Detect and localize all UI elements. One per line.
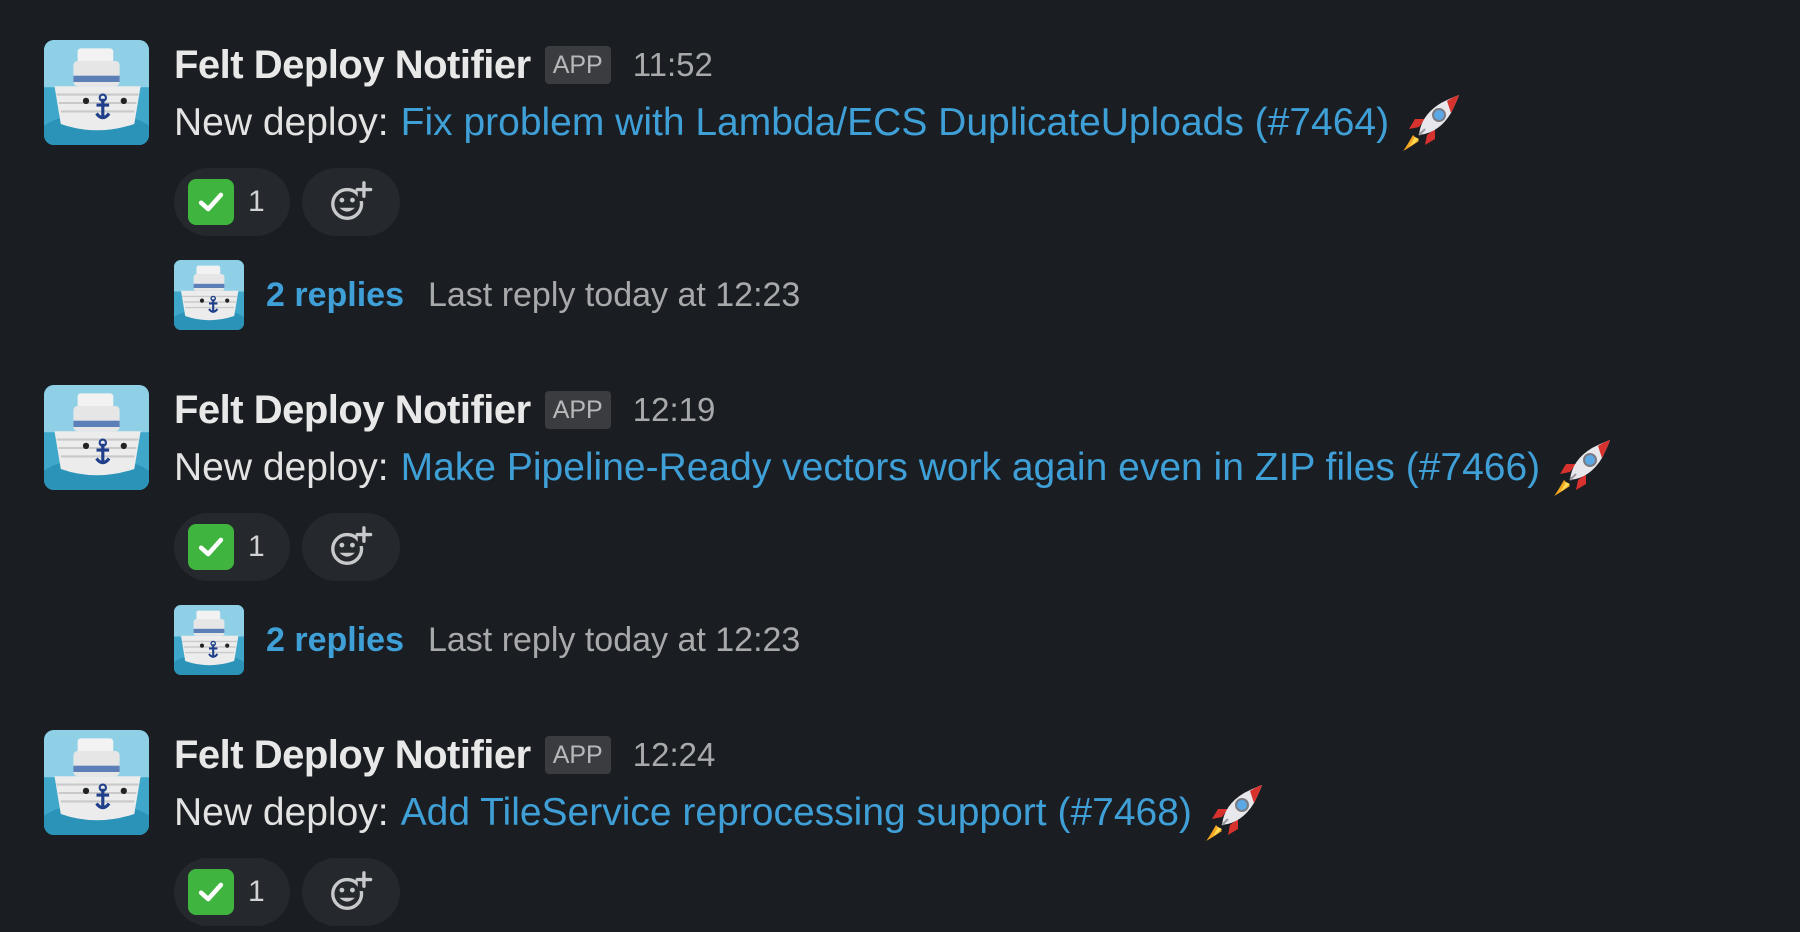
message-header: Felt Deploy Notifier APP 12:24 xyxy=(174,730,1800,780)
add-reaction-button[interactable] xyxy=(302,168,400,236)
message-content: Felt Deploy Notifier APP 11:52 New deplo… xyxy=(174,40,1800,330)
rocket-emoji-icon xyxy=(1202,781,1266,845)
message-body: New deploy: Fix problem with Lambda/ECS … xyxy=(174,98,1800,148)
reply-count-link[interactable]: 2 replies xyxy=(266,621,404,660)
message-feed: Felt Deploy Notifier APP 11:52 New deplo… xyxy=(0,0,1800,932)
reactions: 1 xyxy=(174,858,1800,926)
app-badge: APP xyxy=(544,736,611,774)
boat-avatar-icon[interactable] xyxy=(44,730,149,835)
boat-avatar-icon xyxy=(174,260,244,330)
app-badge: APP xyxy=(544,46,611,84)
message-content: Felt Deploy Notifier APP 12:24 New deplo… xyxy=(174,730,1800,926)
last-reply-time: Last reply today at 12:23 xyxy=(427,275,801,314)
last-reply-time: Last reply today at 12:23 xyxy=(427,620,801,659)
message-timestamp[interactable]: 12:19 xyxy=(633,391,716,429)
check-reaction-button[interactable]: 1 xyxy=(174,513,290,581)
check-reaction-button[interactable]: 1 xyxy=(174,858,290,926)
message-body: New deploy: Add TileService reprocessing… xyxy=(174,788,1800,838)
sender-name[interactable]: Felt Deploy Notifier xyxy=(174,388,531,433)
message-header: Felt Deploy Notifier APP 12:19 xyxy=(174,385,1800,435)
deploy-link[interactable]: Make Pipeline-Ready vectors work again e… xyxy=(401,446,1541,490)
white-check-mark-icon xyxy=(188,179,234,225)
add-reaction-icon xyxy=(328,179,374,225)
reaction-count: 1 xyxy=(248,530,265,563)
boat-avatar-icon[interactable] xyxy=(44,40,149,145)
add-reaction-icon xyxy=(328,524,374,570)
deploy-link[interactable]: Fix problem with Lambda/ECS DuplicateUpl… xyxy=(401,101,1389,145)
reaction-count: 1 xyxy=(248,185,265,218)
reactions: 1 xyxy=(174,513,1800,581)
boat-avatar-icon xyxy=(174,605,244,675)
thread-summary[interactable]: 2 replies Last reply today at 12:23 xyxy=(174,260,1800,330)
rocket-emoji-icon xyxy=(1550,436,1614,500)
message-prefix: New deploy: xyxy=(174,101,389,144)
message-header: Felt Deploy Notifier APP 11:52 xyxy=(174,40,1800,90)
message-prefix: New deploy: xyxy=(174,446,389,489)
add-reaction-button[interactable] xyxy=(302,513,400,581)
message-content: Felt Deploy Notifier APP 12:19 New deplo… xyxy=(174,385,1800,675)
sender-name[interactable]: Felt Deploy Notifier xyxy=(174,733,531,778)
message-timestamp[interactable]: 12:24 xyxy=(633,736,716,774)
deploy-link[interactable]: Add TileService reprocessing support (#7… xyxy=(401,791,1192,835)
white-check-mark-icon xyxy=(188,524,234,570)
app-badge: APP xyxy=(544,391,611,429)
message-timestamp[interactable]: 11:52 xyxy=(633,46,713,84)
message-prefix: New deploy: xyxy=(174,791,389,834)
rocket-emoji-icon xyxy=(1399,91,1463,155)
reaction-count: 1 xyxy=(248,875,265,908)
reactions: 1 xyxy=(174,168,1800,236)
add-reaction-icon xyxy=(328,869,374,915)
white-check-mark-icon xyxy=(188,869,234,915)
boat-avatar-icon[interactable] xyxy=(44,385,149,490)
add-reaction-button[interactable] xyxy=(302,858,400,926)
reply-count-link[interactable]: 2 replies xyxy=(266,276,404,315)
thread-summary[interactable]: 2 replies Last reply today at 12:23 xyxy=(174,605,1800,675)
check-reaction-button[interactable]: 1 xyxy=(174,168,290,236)
sender-name[interactable]: Felt Deploy Notifier xyxy=(174,43,531,88)
message-body: New deploy: Make Pipeline-Ready vectors … xyxy=(174,443,1800,493)
